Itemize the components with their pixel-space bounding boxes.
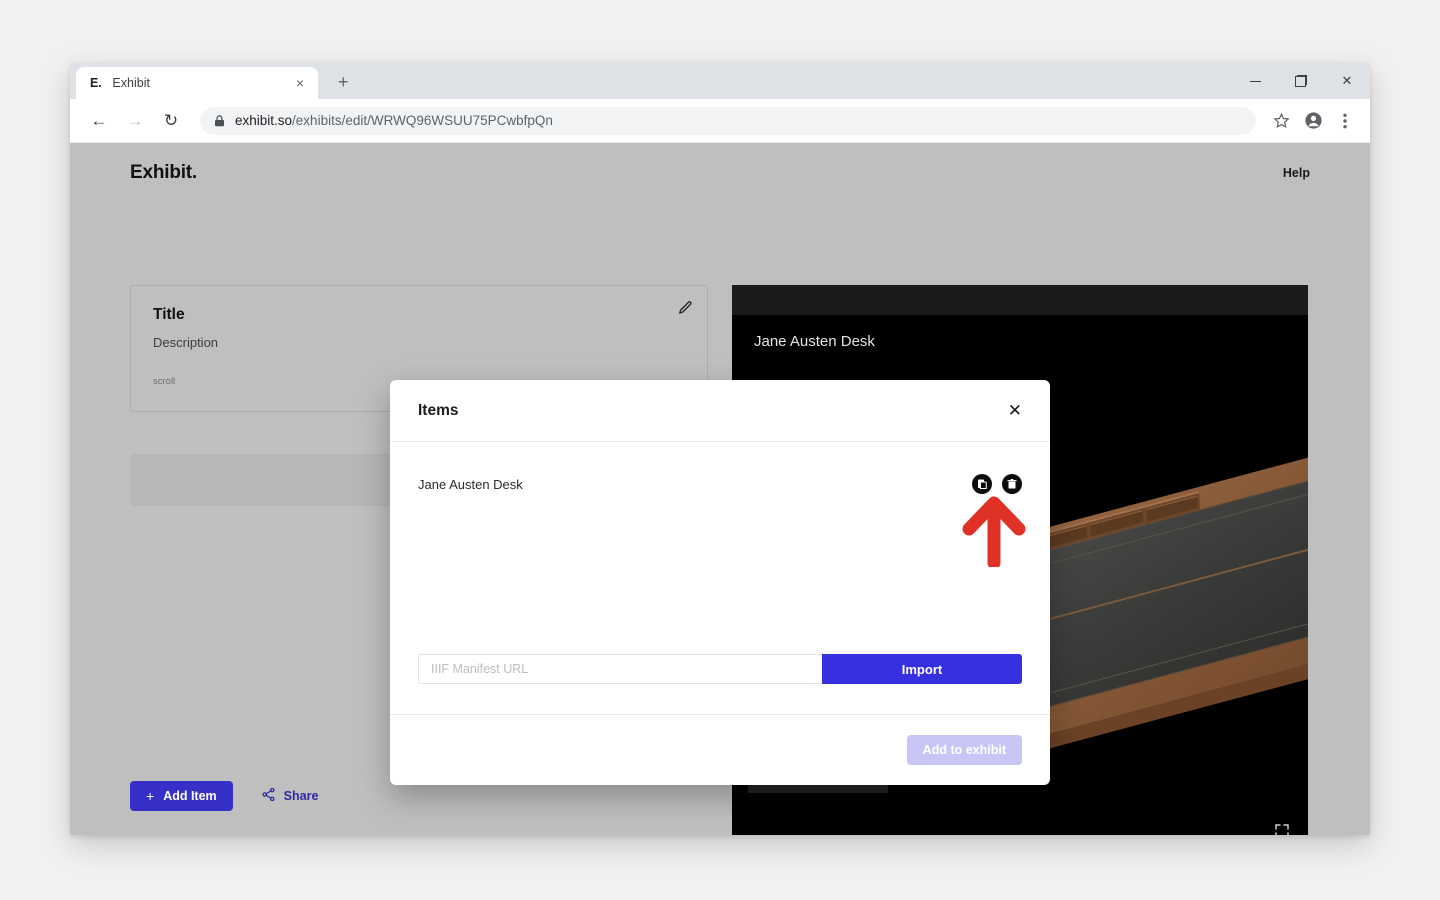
add-to-exhibit-button[interactable]: Add to exhibit [907,735,1022,765]
item-label: Jane Austen Desk [418,477,523,492]
browser-tab-exhibit[interactable]: E. Exhibit × [76,67,318,99]
import-button[interactable]: Import [822,654,1022,684]
more-menu-icon[interactable] [1330,106,1360,136]
tab-close-icon[interactable]: × [292,74,308,92]
browser-window: E. Exhibit × + ✕ ← → ↻ [70,63,1370,835]
address-bar-path: /exhibits/edit/WRWQ96WSUU75PCwbfpQn [292,113,553,128]
browser-tab-strip: E. Exhibit × + ✕ [70,63,1370,99]
window-restore-button[interactable] [1278,63,1324,99]
list-item[interactable]: Jane Austen Desk [418,470,1022,498]
minimize-icon [1250,81,1261,82]
page-viewport: Exhibit. Help Title Description scroll + [70,143,1370,835]
delete-icon[interactable] [1002,474,1022,494]
modal-overlay: Items ✕ Jane Austen Desk [70,143,1370,835]
modal-title: Items [418,402,459,420]
bookmark-star-icon[interactable] [1266,106,1296,136]
item-row-actions [972,474,1022,494]
new-tab-button[interactable]: + [332,71,355,93]
items-modal: Items ✕ Jane Austen Desk [390,380,1050,785]
profile-avatar-icon[interactable] [1298,106,1328,136]
modal-body: Jane Austen Desk [390,442,1050,715]
reload-icon: ↻ [164,111,178,131]
duplicate-icon[interactable] [972,474,992,494]
modal-header: Items ✕ [390,380,1050,442]
address-bar-url: exhibit.so/exhibits/edit/WRWQ96WSUU75PCw… [235,113,553,128]
reload-button[interactable]: ↻ [156,106,186,136]
address-bar-domain: exhibit.so [235,113,292,128]
manifest-url-input[interactable] [418,654,822,684]
address-bar[interactable]: exhibit.so/exhibits/edit/WRWQ96WSUU75PCw… [200,107,1256,135]
forward-button[interactable]: → [120,106,150,136]
modal-footer: Add to exhibit [390,715,1050,785]
tab-title: Exhibit [112,76,291,90]
import-row: Import [418,654,1022,684]
modal-close-icon[interactable]: ✕ [1008,402,1022,419]
tab-favicon: E. [90,76,101,90]
restore-icon [1295,75,1307,87]
back-button[interactable]: ← [84,106,114,136]
browser-toolbar: ← → ↻ exhibit.so/exhibits/edit/WRWQ96WSU… [70,99,1370,143]
window-close-button[interactable]: ✕ [1324,63,1370,99]
window-minimize-button[interactable] [1232,63,1278,99]
arrow-left-icon: ← [91,111,108,131]
close-icon: ✕ [1342,73,1353,89]
window-controls: ✕ [1232,63,1370,99]
lock-icon [214,115,225,127]
arrow-right-icon: → [127,111,144,131]
